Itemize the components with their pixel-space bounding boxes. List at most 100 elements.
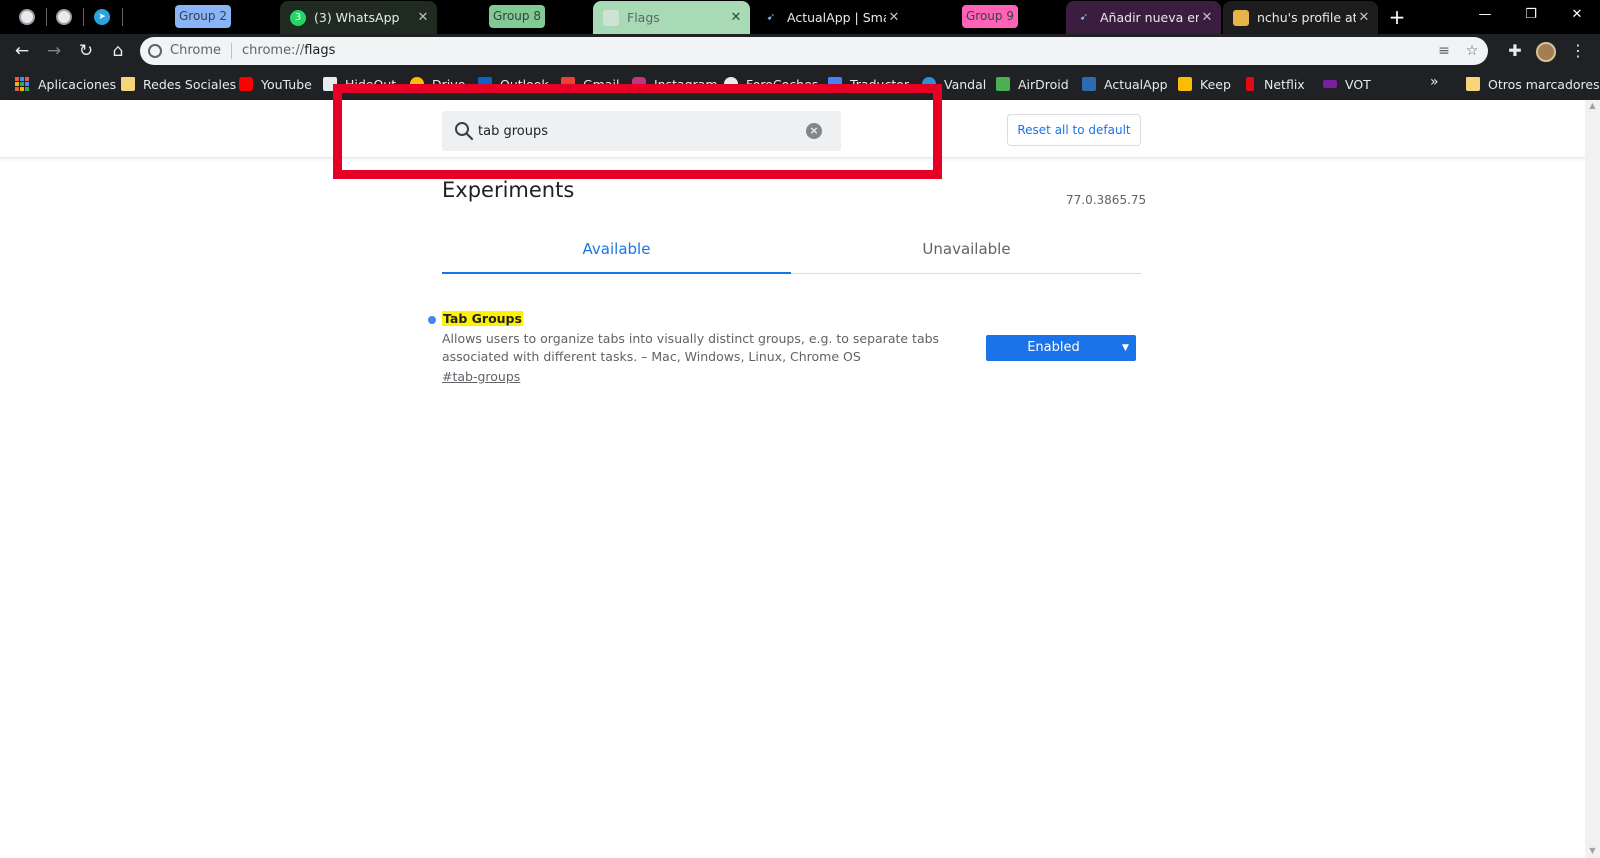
- restore-window-button[interactable]: ❐: [1508, 0, 1554, 30]
- tab-title: Flags: [627, 10, 660, 25]
- home-button[interactable]: ⌂: [105, 38, 131, 64]
- omnibox-chrome-label: Chrome: [170, 43, 221, 58]
- url-scheme: chrome://: [242, 43, 305, 58]
- bookmark-actualapp[interactable]: ActualApp: [1082, 75, 1168, 93]
- actualapp-icon: ➹: [1079, 12, 1089, 23]
- bookmark-star-icon[interactable]: ☆: [1462, 42, 1482, 60]
- bookmark-youtube[interactable]: YouTube: [239, 75, 312, 93]
- browser-toolbar: ← → ↻ ⌂ Chrome chrome://flags ≡ ☆ ✚ ⋮: [0, 34, 1600, 68]
- tab-flags[interactable]: Flags ✕: [593, 1, 750, 34]
- bookmark-label: Vandal: [944, 76, 987, 92]
- omnibox[interactable]: Chrome chrome://flags ≡ ☆: [140, 37, 1488, 65]
- scroll-down-icon[interactable]: ▼: [1588, 846, 1597, 855]
- pinned-tab-1[interactable]: [15, 5, 39, 29]
- new-tab-button[interactable]: +: [1385, 5, 1409, 29]
- url-path: flags: [304, 43, 336, 58]
- bookmark-label: Netflix: [1264, 76, 1305, 92]
- tab-group-chip-2[interactable]: Group 2: [175, 5, 231, 28]
- version-label: 77.0.3865.75: [1066, 193, 1147, 207]
- tab-title: Añadir nueva ent: [1100, 10, 1199, 25]
- close-tab-icon[interactable]: ✕: [728, 10, 744, 26]
- tab-separator: [46, 8, 47, 26]
- tab-unavailable[interactable]: Unavailable: [792, 228, 1141, 274]
- bookmark-redes-sociales[interactable]: Redes Sociales: [121, 75, 236, 93]
- airdroid-icon: [996, 77, 1010, 91]
- flag-description: Allows users to organize tabs into visua…: [442, 331, 940, 364]
- reload-button[interactable]: ↻: [73, 38, 99, 64]
- folder-icon: [121, 77, 135, 91]
- tab-title: (3) WhatsApp: [314, 10, 400, 25]
- pinned-tab-icon: [19, 9, 35, 25]
- tab-whatsapp[interactable]: 3 (3) WhatsApp ✕: [280, 1, 437, 34]
- modified-dot-icon: [428, 316, 436, 324]
- tab-separator: [122, 8, 123, 26]
- omnibox-url[interactable]: chrome://flags: [242, 43, 335, 58]
- tab-group-chip-8[interactable]: Group 8: [489, 5, 545, 28]
- flags-page-icon: [603, 9, 619, 26]
- keep-icon: [1178, 77, 1192, 91]
- tab-actualapp[interactable]: ➹ ActualApp | Smar ✕: [753, 1, 908, 34]
- bookmark-label: Redes Sociales: [143, 76, 237, 92]
- menu-icon[interactable]: ⋮: [1565, 38, 1591, 64]
- actualapp-icon: ➹: [766, 12, 776, 23]
- bookmark-airdroid[interactable]: AirDroid: [996, 75, 1069, 93]
- dropdown-arrow-icon: ▼: [1122, 343, 1129, 353]
- bookmark-label: Otros marcadores: [1488, 76, 1600, 92]
- tab-title: ActualApp | Smar: [787, 10, 886, 25]
- actualapp-icon: [1082, 77, 1096, 91]
- flag-permalink[interactable]: #tab-groups: [442, 369, 520, 384]
- bookmark-label: VOT: [1345, 76, 1371, 92]
- whatsapp-icon: 3: [290, 9, 306, 26]
- telegram-icon: ➤: [94, 9, 110, 25]
- close-tab-icon[interactable]: ✕: [415, 10, 431, 26]
- tab-profile[interactable]: nchu's profile at I ✕: [1223, 1, 1378, 34]
- reset-all-button[interactable]: Reset all to default: [1007, 114, 1141, 146]
- bookmark-vot[interactable]: VOT: [1323, 75, 1371, 93]
- tab-available[interactable]: Available: [442, 228, 791, 274]
- tab-anadir-nueva[interactable]: ➹ Añadir nueva ent ✕: [1066, 1, 1221, 34]
- site-info-icon[interactable]: [148, 44, 162, 58]
- flag-name: Tab Groups: [442, 311, 523, 326]
- tab-title: nchu's profile at I: [1257, 10, 1356, 25]
- close-tab-icon[interactable]: ✕: [1199, 10, 1215, 26]
- tab-group-chip-9[interactable]: Group 9: [962, 5, 1018, 28]
- back-button[interactable]: ←: [9, 38, 35, 64]
- close-window-button[interactable]: ✕: [1554, 0, 1600, 30]
- flag-entry-tab-groups: Tab Groups Allows users to organize tabs…: [426, 307, 1146, 387]
- pinned-tab-2[interactable]: [52, 5, 76, 29]
- page-scrollbar[interactable]: ▲ ▼: [1585, 100, 1600, 858]
- tab-strip: ➤ Group 2 3 (3) WhatsApp ✕ Group 8 Flags…: [0, 0, 1600, 34]
- close-tab-icon[interactable]: ✕: [1356, 10, 1372, 26]
- flag-state-select[interactable]: Enabled ▼: [986, 335, 1136, 361]
- reader-mode-icon[interactable]: ≡: [1434, 42, 1454, 60]
- close-tab-icon[interactable]: ✕: [886, 10, 902, 26]
- scroll-up-icon[interactable]: ▲: [1588, 101, 1597, 110]
- pinned-tab-telegram[interactable]: ➤: [90, 5, 114, 29]
- page-title: Experiments: [442, 178, 575, 202]
- minimize-window-button[interactable]: —: [1462, 0, 1508, 30]
- bookmark-keep[interactable]: Keep: [1178, 75, 1231, 93]
- bookmark-label: Aplicaciones: [38, 76, 117, 92]
- folder-icon: [1466, 77, 1480, 91]
- pinned-tab-icon: [56, 9, 72, 25]
- profile-site-icon: [1233, 9, 1249, 26]
- bookmark-label: AirDroid: [1018, 76, 1069, 92]
- bookmark-aplicaciones[interactable]: Aplicaciones: [15, 75, 116, 93]
- bookmark-otros-marcadores[interactable]: Otros marcadores: [1466, 75, 1600, 93]
- tab-separator: [83, 8, 84, 26]
- extensions-icon[interactable]: ✚: [1502, 38, 1528, 64]
- forward-button[interactable]: →: [41, 38, 67, 64]
- apps-grid-icon: [15, 77, 29, 91]
- youtube-icon: [239, 77, 253, 91]
- bookmark-label: Keep: [1200, 76, 1231, 92]
- netflix-icon: [1246, 77, 1254, 91]
- omnibox-divider: [231, 43, 232, 59]
- bookmarks-overflow-icon[interactable]: »: [1430, 74, 1439, 90]
- annotation-highlight-box: [333, 84, 942, 179]
- bookmark-label: ActualApp: [1104, 76, 1168, 92]
- vot-icon: [1323, 80, 1337, 88]
- profile-avatar[interactable]: [1536, 42, 1556, 62]
- flags-tabs: Available Unavailable: [442, 228, 1141, 274]
- bookmark-label: YouTube: [261, 76, 312, 92]
- bookmark-netflix[interactable]: Netflix: [1246, 75, 1305, 93]
